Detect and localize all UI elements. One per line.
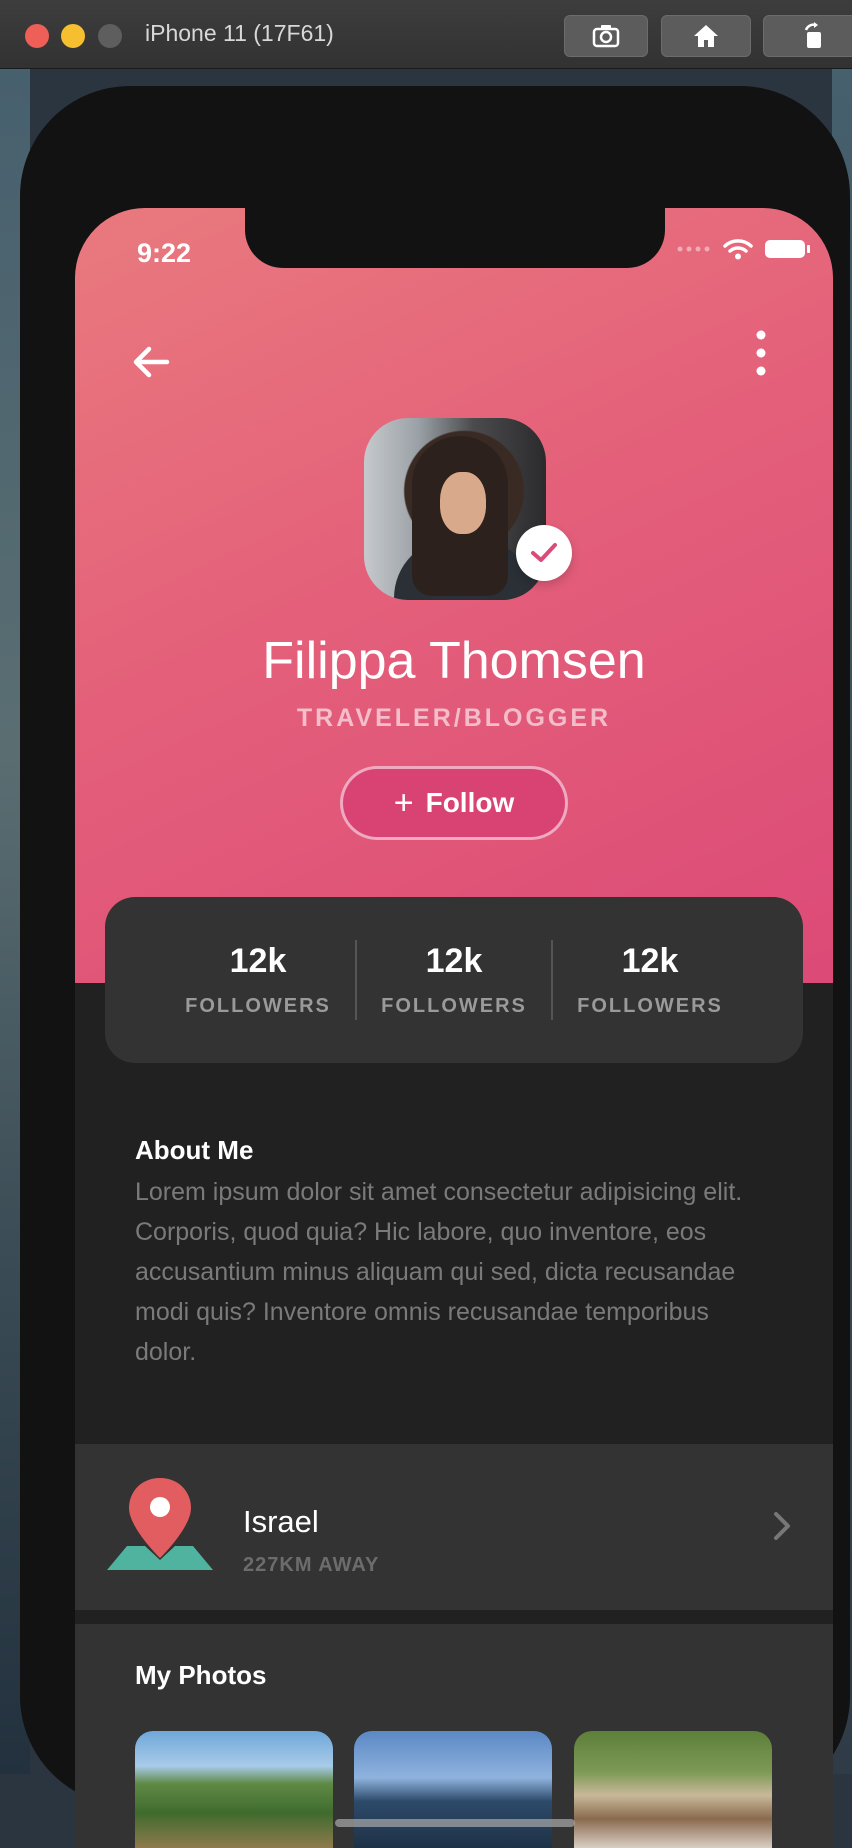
- battery-icon: [765, 240, 810, 258]
- chevron-right-icon: [774, 1512, 790, 1540]
- location-name: Israel: [243, 1504, 319, 1539]
- stat-value: 12k: [229, 942, 287, 980]
- map-pin-icon: [107, 1478, 213, 1570]
- stat-item[interactable]: 12k FOLLOWERS: [357, 942, 551, 1018]
- rotate-icon: [804, 22, 821, 48]
- screenshot-button[interactable]: [564, 15, 648, 57]
- wifi-icon: [723, 239, 753, 260]
- iphone-frame: 9:22 Filippa Thomsen TRAVELER/BLOGGER + …: [20, 86, 850, 1848]
- follow-button[interactable]: + Follow: [340, 766, 568, 840]
- profile-role: TRAVELER/BLOGGER: [296, 704, 612, 732]
- stat-label: FOLLOWERS: [185, 995, 331, 1017]
- profile-name: Filippa Thomsen: [262, 632, 646, 690]
- stat-label: FOLLOWERS: [381, 995, 527, 1017]
- stat-item[interactable]: 12k FOLLOWERS: [553, 942, 747, 1018]
- about-title: About Me: [135, 1135, 254, 1165]
- photo-thumbnail-island[interactable]: [135, 1731, 333, 1848]
- location-row[interactable]: Israel 227KM AWAY: [75, 1444, 833, 1610]
- window-title: iPhone 11 (17F61): [145, 20, 334, 46]
- rotate-button[interactable]: [763, 15, 852, 57]
- photo-thumbnail-hut[interactable]: [574, 1731, 772, 1848]
- camera-icon: [592, 25, 620, 48]
- stat-label: FOLLOWERS: [577, 995, 723, 1017]
- simulator-title-bar: iPhone 11 (17F61): [0, 0, 852, 69]
- zoom-window-button[interactable]: [98, 24, 122, 48]
- location-distance: 227KM AWAY: [243, 1554, 380, 1576]
- home-button[interactable]: [661, 15, 751, 57]
- about-text: Lorem ipsum dolor sit amet consectetur a…: [135, 1178, 743, 1366]
- photo-thumbnail-beach[interactable]: [354, 1731, 552, 1848]
- home-icon: [694, 25, 718, 47]
- stats-card: 12k FOLLOWERS 12k FOLLOWERS 12k FOLLOWER…: [105, 897, 803, 1063]
- signal-icon: [677, 246, 710, 252]
- status-time: 9:22: [137, 238, 192, 268]
- stat-item[interactable]: 12k FOLLOWERS: [161, 942, 355, 1018]
- back-arrow-icon[interactable]: [127, 338, 175, 386]
- status-icons: [677, 238, 810, 260]
- stat-value: 12k: [425, 942, 483, 980]
- checkmark-icon: [531, 543, 557, 562]
- close-window-button[interactable]: [25, 24, 49, 48]
- minimize-window-button[interactable]: [61, 24, 85, 48]
- app-screen: 9:22 Filippa Thomsen TRAVELER/BLOGGER + …: [75, 208, 833, 1848]
- avatar: [364, 418, 546, 600]
- verified-badge: [516, 525, 572, 581]
- profile-header: 9:22 Filippa Thomsen TRAVELER/BLOGGER + …: [75, 208, 833, 983]
- home-indicator: [335, 1819, 575, 1827]
- follow-label: Follow: [425, 787, 515, 818]
- avatar-face: [440, 472, 486, 534]
- photos-title: My Photos: [135, 1660, 267, 1690]
- plus-icon: +: [393, 784, 414, 822]
- more-options-icon[interactable]: [749, 326, 773, 380]
- notch: [245, 208, 665, 268]
- stat-value: 12k: [621, 942, 679, 980]
